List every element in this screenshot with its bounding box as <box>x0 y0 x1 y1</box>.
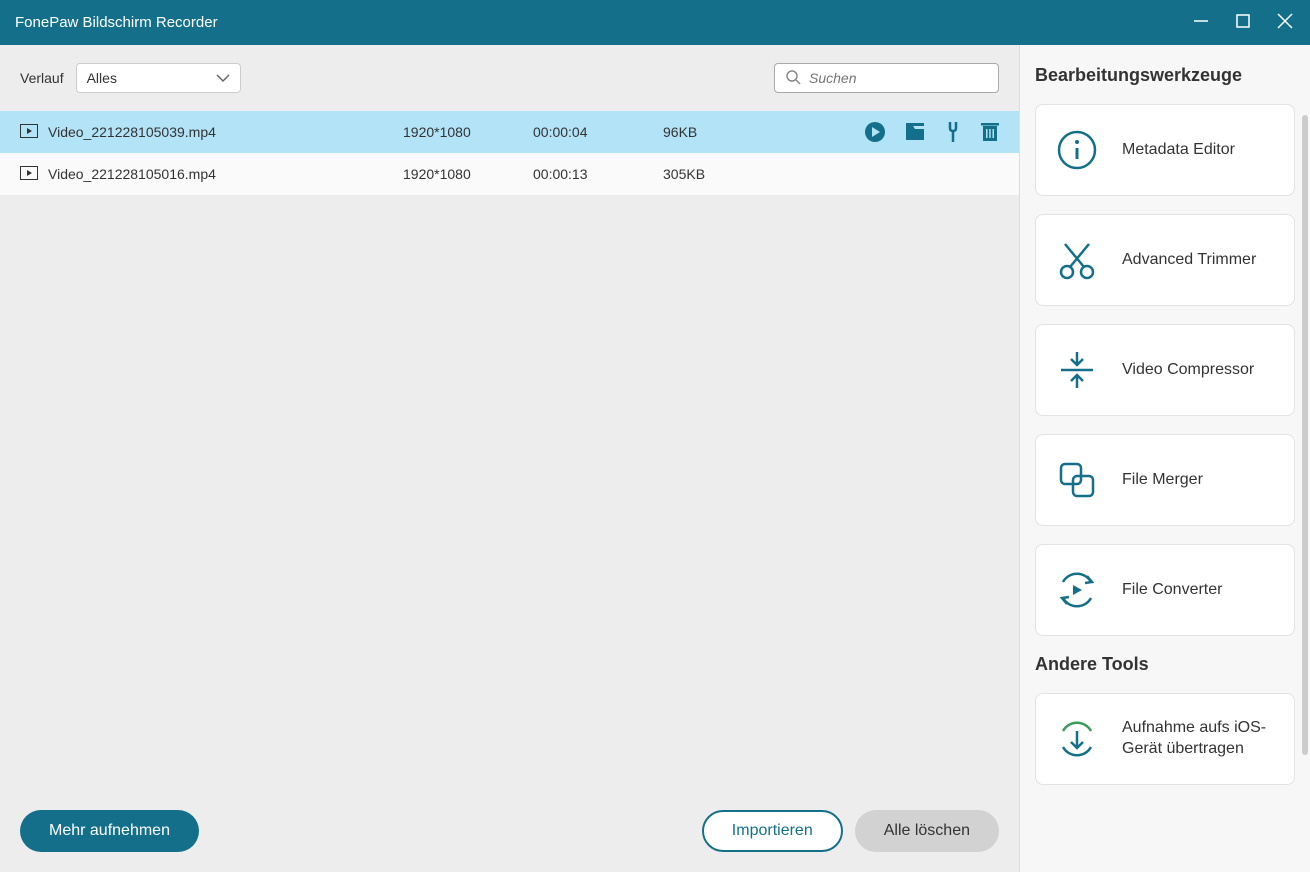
scrollbar[interactable] <box>1302 115 1308 755</box>
tool-video-compressor[interactable]: Video Compressor <box>1035 324 1295 416</box>
tools-heading: Bearbeitungswerkzeuge <box>1035 65 1295 86</box>
titlebar: FonePaw Bildschirm Recorder <box>0 0 1310 45</box>
play-icon[interactable] <box>865 122 885 142</box>
search-box[interactable] <box>774 63 999 93</box>
transfer-icon <box>1054 716 1100 762</box>
minimize-button[interactable] <box>1191 12 1211 33</box>
tool-label: File Merger <box>1122 470 1203 491</box>
video-file-icon <box>20 166 38 183</box>
history-label: Verlauf <box>20 70 64 86</box>
file-resolution: 1920*1080 <box>403 166 523 182</box>
list-row[interactable]: Video_221228105039.mp4 1920*1080 00:00:0… <box>0 111 1019 153</box>
tool-file-merger[interactable]: File Merger <box>1035 434 1295 526</box>
filter-value: Alles <box>87 70 117 86</box>
file-size: 305KB <box>663 166 763 182</box>
footer-bar: Mehr aufnehmen Importieren Alle löschen <box>0 790 1019 872</box>
recording-list: Video_221228105039.mp4 1920*1080 00:00:0… <box>0 111 1019 790</box>
convert-icon <box>1054 567 1100 613</box>
window-controls <box>1191 11 1295 34</box>
tool-metadata-editor[interactable]: Metadata Editor <box>1035 104 1295 196</box>
file-name: Video_221228105039.mp4 <box>48 124 393 140</box>
chevron-down-icon <box>216 70 230 86</box>
list-row[interactable]: Video_221228105016.mp4 1920*1080 00:00:1… <box>0 153 1019 195</box>
record-more-button[interactable]: Mehr aufnehmen <box>20 810 199 852</box>
file-name: Video_221228105016.mp4 <box>48 166 393 182</box>
tool-label: File Converter <box>1122 580 1222 601</box>
maximize-button[interactable] <box>1233 12 1253 33</box>
app-title: FonePaw Bildschirm Recorder <box>15 14 218 31</box>
close-button[interactable] <box>1275 11 1295 34</box>
compress-icon <box>1054 347 1100 393</box>
folder-icon[interactable] <box>905 123 925 141</box>
search-icon <box>785 69 801 88</box>
merge-icon <box>1054 457 1100 503</box>
tool-advanced-trimmer[interactable]: Advanced Trimmer <box>1035 214 1295 306</box>
topbar: Verlauf Alles <box>0 45 1019 111</box>
tool-label: Metadata Editor <box>1122 140 1235 161</box>
info-icon <box>1054 127 1100 173</box>
tool-label: Advanced Trimmer <box>1122 250 1256 271</box>
main-panel: Verlauf Alles Video_221228105039.mp4 192… <box>0 45 1020 872</box>
file-duration: 00:00:04 <box>533 124 653 140</box>
file-resolution: 1920*1080 <box>403 124 523 140</box>
import-button[interactable]: Importieren <box>702 810 843 852</box>
file-size: 96KB <box>663 124 763 140</box>
sidebar: Bearbeitungswerkzeuge Metadata Editor Ad… <box>1020 45 1310 872</box>
file-duration: 00:00:13 <box>533 166 653 182</box>
search-input[interactable] <box>809 70 991 86</box>
filter-dropdown[interactable]: Alles <box>76 63 241 93</box>
trash-icon[interactable] <box>981 122 999 142</box>
scissors-icon <box>1054 237 1100 283</box>
tool-label: Video Compressor <box>1122 360 1254 381</box>
tool-icon[interactable] <box>945 122 961 142</box>
tool-label: Aufnahme aufs iOS-Gerät übertragen <box>1122 718 1276 760</box>
video-file-icon <box>20 124 38 141</box>
row-actions <box>865 122 999 142</box>
other-tools-heading: Andere Tools <box>1035 654 1295 675</box>
tool-file-converter[interactable]: File Converter <box>1035 544 1295 636</box>
tool-ios-transfer[interactable]: Aufnahme aufs iOS-Gerät übertragen <box>1035 693 1295 785</box>
delete-all-button[interactable]: Alle löschen <box>855 810 999 852</box>
